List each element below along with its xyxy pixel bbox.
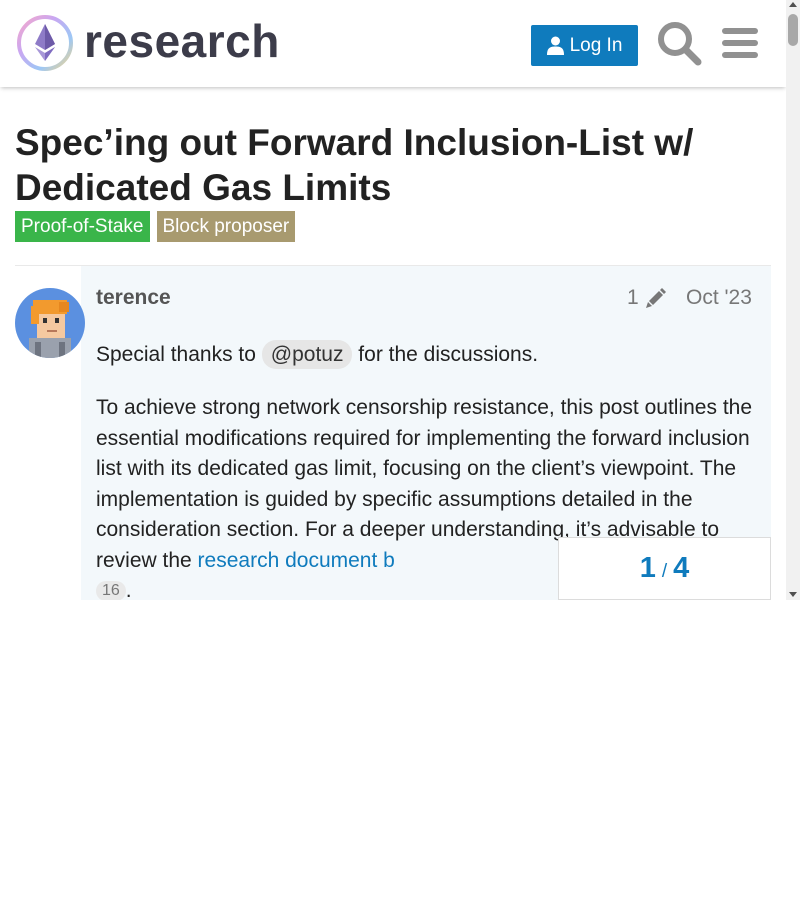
p1-before: Special thanks to <box>96 343 262 366</box>
logo-icon <box>17 15 73 71</box>
avatar-image <box>15 288 85 358</box>
edit-history[interactable]: 1 <box>627 286 667 310</box>
scroll-up-arrow-icon[interactable] <box>789 2 797 7</box>
progress-total: 4 <box>673 552 690 584</box>
link-click-count: 16 <box>96 581 126 600</box>
progress-separator: / <box>661 561 668 582</box>
scroll-down-arrow-icon[interactable] <box>789 592 797 597</box>
site-logo[interactable]: research <box>16 14 280 72</box>
topic-tags: Proof-of-Stake Block proposer <box>15 211 296 242</box>
post-paragraph-1: Special thanks to @potuz for the discuss… <box>96 340 756 371</box>
login-button[interactable]: Log In <box>531 25 638 66</box>
tag-block-proposer[interactable]: Block proposer <box>156 211 296 242</box>
post-date[interactable]: Oct '23 <box>686 286 752 310</box>
login-label: Log In <box>569 34 623 56</box>
avatar[interactable] <box>15 288 85 358</box>
topic-progress[interactable]: 1 / 4 <box>558 537 771 600</box>
progress-current: 1 <box>639 552 656 584</box>
post-username[interactable]: terence <box>96 286 171 310</box>
search-icon[interactable] <box>656 20 702 66</box>
page-viewport: research Log In Spec’ing out Forward Inc… <box>0 0 800 600</box>
site-header: research Log In <box>0 0 786 87</box>
scroll-thumb[interactable] <box>788 14 798 46</box>
user-icon <box>546 36 564 55</box>
research-document-link[interactable]: research document b <box>198 549 395 572</box>
tag-proof-of-stake[interactable]: Proof-of-Stake <box>15 211 150 242</box>
pencil-icon <box>645 288 666 308</box>
topic-title[interactable]: Spec’ing out Forward Inclusion-List w/ D… <box>15 120 715 210</box>
p1-after: for the discussions. <box>352 343 539 366</box>
site-name: research <box>84 15 280 67</box>
p2-end: . <box>125 579 132 600</box>
edit-count: 1 <box>627 286 639 309</box>
user-mention[interactable]: @potuz <box>261 340 353 369</box>
hamburger-menu-icon[interactable] <box>720 26 760 60</box>
vertical-scrollbar[interactable] <box>786 0 800 600</box>
